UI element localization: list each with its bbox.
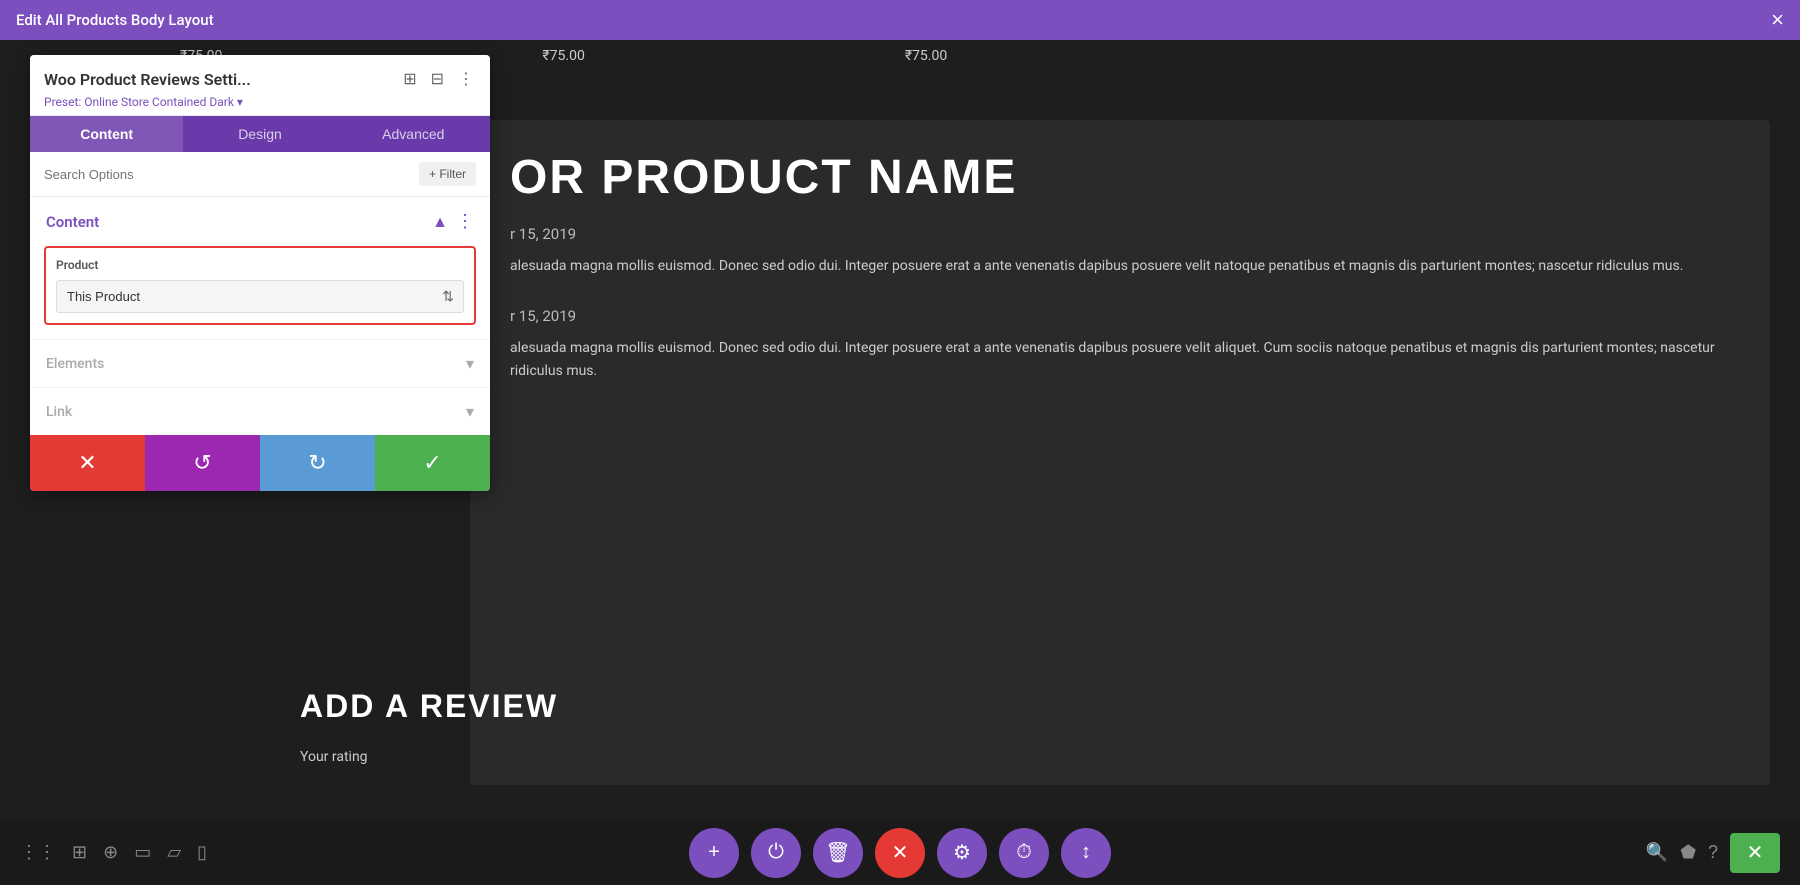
review-text-1: alesuada magna mollis euismod. Donec sed… — [510, 255, 1730, 277]
bottom-toolbar: ⋮⋮ ⊞ ⊕ ▭ ▱ ▯ + ⏻ 🗑 ✕ ⚙ ⏱ ↕ 🔍 ⬟ ? ✕ — [0, 820, 1800, 885]
panel-title-row: Woo Product Reviews Setti... ⊞ ⊟ ⋮ — [44, 67, 476, 91]
content-section-chevron[interactable]: ▲ — [432, 212, 448, 232]
elements-section: Elements ▾ — [30, 339, 490, 387]
tab-design[interactable]: Design — [183, 116, 336, 152]
price-item-2: ₹75.00 — [542, 48, 584, 64]
content-section-header: Content ▲ ⋮ — [30, 197, 490, 242]
search-small-icon[interactable]: ⊕ — [103, 842, 118, 863]
panel-search-bar: + Filter — [30, 152, 490, 197]
filter-button[interactable]: + Filter — [419, 162, 476, 186]
panel-tabs: Content Design Advanced — [30, 116, 490, 152]
reset-button[interactable]: ↺ — [145, 435, 260, 491]
wireframe-icon[interactable]: ⊞ — [72, 842, 87, 863]
title-bar: Edit All Products Body Layout × — [0, 0, 1800, 40]
settings-button[interactable]: ⚙ — [937, 828, 987, 878]
elements-chevron-icon: ▾ — [466, 354, 474, 373]
grid-dots-icon[interactable]: ⋮⋮ — [20, 842, 56, 863]
add-review-heading: ADD A REVIEW — [300, 688, 558, 725]
search-icon-button[interactable]: 🔍 — [1646, 842, 1668, 863]
cancel-button[interactable]: ✕ — [30, 435, 145, 491]
panel-preset-label[interactable]: Preset: Online Store Contained Dark ▾ — [44, 95, 476, 109]
product-field-label: Product — [56, 258, 464, 272]
title-bar-text: Edit All Products Body Layout — [16, 11, 214, 29]
content-section-title: Content — [46, 213, 99, 231]
help-icon-button[interactable]: ? — [1708, 842, 1718, 863]
bottom-center-tools: + ⏻ 🗑 ✕ ⚙ ⏱ ↕ — [689, 828, 1111, 878]
content-section-dots[interactable]: ⋮ — [456, 211, 474, 232]
section-controls: ▲ ⋮ — [432, 211, 474, 232]
title-bar-close-button[interactable]: × — [1771, 9, 1784, 31]
add-element-button[interactable]: + — [689, 828, 739, 878]
main-content-area: OR PRODUCT NAME r 15, 2019 alesuada magn… — [470, 120, 1770, 785]
product-name-heading: OR PRODUCT NAME — [510, 150, 1730, 205]
elements-section-header[interactable]: Elements ▾ — [30, 340, 490, 387]
close-element-button[interactable]: ✕ — [875, 828, 925, 878]
desktop-icon[interactable]: ▭ — [134, 842, 151, 863]
product-field-container: Product This Product Custom Product ⇅ — [44, 246, 476, 325]
link-section: Link ▾ — [30, 387, 490, 435]
resize-button[interactable]: ↕ — [1061, 828, 1111, 878]
link-section-header[interactable]: Link ▾ — [30, 388, 490, 435]
green-close-button[interactable]: ✕ — [1730, 833, 1780, 873]
elements-section-title: Elements — [46, 356, 104, 372]
review-date-1: r 15, 2019 — [510, 225, 1730, 243]
search-options-input[interactable] — [44, 167, 411, 182]
panel-header-icons: ⊞ ⊟ ⋮ — [401, 67, 476, 91]
more-options-icon-button[interactable]: ⋮ — [456, 67, 476, 91]
viewport-icon-button[interactable]: ⊞ — [401, 67, 418, 91]
panel-header: Woo Product Reviews Setti... ⊞ ⊟ ⋮ Prese… — [30, 55, 490, 116]
tablet-icon[interactable]: ▱ — [167, 842, 181, 863]
product-select-wrapper: This Product Custom Product ⇅ — [56, 280, 464, 313]
bottom-right-tools: 🔍 ⬟ ? ✕ — [1646, 833, 1780, 873]
product-select[interactable]: This Product Custom Product — [56, 280, 464, 313]
link-section-title: Link — [46, 404, 72, 420]
settings-panel: Woo Product Reviews Setti... ⊞ ⊟ ⋮ Prese… — [30, 55, 490, 491]
power-button[interactable]: ⏻ — [751, 828, 801, 878]
review-text-2: alesuada magna mollis euismod. Donec sed… — [510, 337, 1730, 382]
delete-button[interactable]: 🗑 — [813, 828, 863, 878]
tab-advanced[interactable]: Advanced — [337, 116, 490, 152]
action-bar: ✕ ↺ ↻ ✓ — [30, 435, 490, 491]
history-button[interactable]: ⏱ — [999, 828, 1049, 878]
your-rating-label: Your rating — [300, 749, 368, 765]
bottom-left-tools: ⋮⋮ ⊞ ⊕ ▭ ▱ ▯ — [20, 842, 207, 863]
panel-title: Woo Product Reviews Setti... — [44, 70, 251, 89]
layers-icon-button[interactable]: ⬟ — [1680, 842, 1696, 863]
mobile-icon[interactable]: ▯ — [197, 842, 207, 863]
price-item-3: ₹75.00 — [905, 48, 947, 64]
tab-content[interactable]: Content — [30, 116, 183, 152]
layout-icon-button[interactable]: ⊟ — [429, 67, 446, 91]
save-button[interactable]: ✓ — [375, 435, 490, 491]
link-chevron-icon: ▾ — [466, 402, 474, 421]
review-date-2: r 15, 2019 — [510, 307, 1730, 325]
redo-button[interactable]: ↻ — [260, 435, 375, 491]
